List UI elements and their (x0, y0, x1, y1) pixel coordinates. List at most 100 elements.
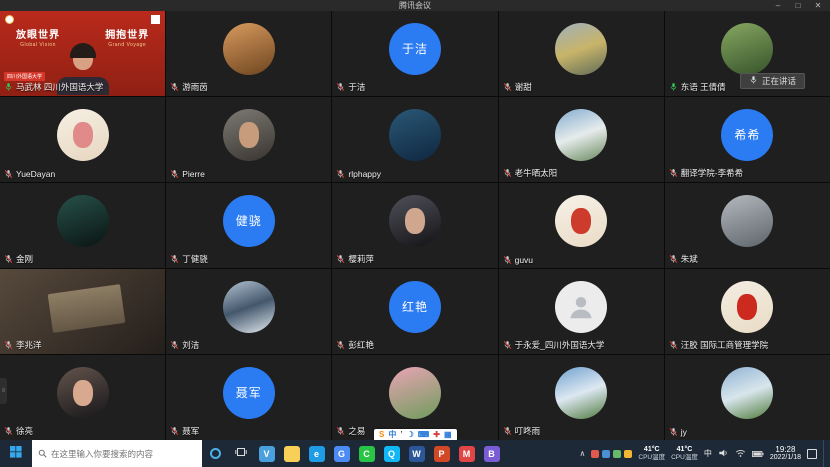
taskbar-app-word[interactable]: W (404, 440, 429, 467)
volume-icon[interactable] (718, 445, 729, 463)
taskbar-app-powerpoint[interactable]: P (429, 440, 454, 467)
taskbar-apps: VeGCQWPMB (254, 440, 504, 467)
participant-tile[interactable]: 徐亮 (0, 355, 165, 440)
avatar (555, 23, 607, 75)
taskbar-app-edge-browser[interactable]: e (304, 440, 329, 467)
participant-name: 老牛晒太阳 (503, 167, 558, 179)
mic-icon (503, 82, 512, 92)
participant-tile[interactable]: 于洁于洁 (332, 11, 497, 96)
file-explorer-icon (284, 446, 300, 462)
participant-tile[interactable]: 老牛晒太阳 (499, 97, 664, 182)
battery-icon[interactable] (752, 445, 764, 463)
search-input[interactable] (51, 449, 191, 459)
participant-tile[interactable]: 之易 (332, 355, 497, 440)
mic-icon (170, 169, 179, 179)
participant-name: 金刚 (4, 253, 33, 265)
participant-tile[interactable]: YueDayan (0, 97, 165, 182)
participant-tile[interactable]: 健骁丁健骁 (166, 183, 331, 268)
avatar-figure (405, 208, 425, 234)
participant-tile[interactable]: rlphappy (332, 97, 497, 182)
participant-name: 刘洁 (170, 339, 199, 351)
action-center-icon[interactable] (807, 449, 817, 459)
mic-icon (336, 426, 345, 436)
taskbar-app-qq[interactable]: Q (379, 440, 404, 467)
participant-tile[interactable]: 于永爱_四川外国语大学 (499, 269, 664, 354)
taskbar-app-file-explorer[interactable] (279, 440, 304, 467)
taskbar-app-tencent-meeting[interactable]: V (254, 440, 279, 467)
cpu-temp-widget[interactable]: 41°CCPU温度 (671, 446, 698, 462)
start-button[interactable] (0, 440, 32, 467)
participant-grid: 放眼世界Global Vision拥抱世界Grand Voyage四川外国语大学… (0, 11, 830, 440)
music-icon: M (459, 446, 475, 462)
maximize-button[interactable]: □ (788, 0, 808, 11)
avatar: 红艳 (389, 281, 441, 333)
close-button[interactable]: ✕ (808, 0, 828, 11)
participant-name: 李兆洋 (4, 339, 42, 351)
cortana-button[interactable] (202, 440, 228, 467)
participant-tile[interactable]: 朱斌 (665, 183, 830, 268)
avatar-figure (239, 122, 259, 148)
participant-tile[interactable]: 李兆洋 (0, 269, 165, 354)
qq-icon: Q (384, 446, 400, 462)
tray-icon[interactable] (624, 450, 632, 458)
taskbar-app-music[interactable]: M (454, 440, 479, 467)
tray-icon[interactable] (591, 450, 599, 458)
network-icon[interactable] (735, 445, 746, 463)
participant-tile[interactable]: 金刚 (0, 183, 165, 268)
show-desktop-button[interactable] (823, 440, 826, 467)
avatar (721, 281, 773, 333)
minimize-button[interactable]: – (768, 0, 788, 11)
mic-icon (336, 169, 345, 179)
participant-tile[interactable]: 红艳彭红艳 (332, 269, 497, 354)
mic-icon (669, 427, 678, 437)
avatar (223, 281, 275, 333)
clock-time: 19:28 (770, 445, 801, 455)
participant-tile[interactable]: 刘洁 (166, 269, 331, 354)
participant-tile[interactable]: Pierre (166, 97, 331, 182)
participant-tile[interactable]: 放眼世界Global Vision拥抱世界Grand Voyage四川外国语大学… (0, 11, 165, 96)
participant-tile[interactable]: guvu (499, 183, 664, 268)
participant-name: 于永爱_四川外国语大学 (503, 339, 605, 351)
mic-icon (503, 255, 512, 265)
taskbar-clock[interactable]: 19:28 2022/1/18 (770, 445, 801, 463)
avatar (57, 195, 109, 247)
edge-browser-icon: e (309, 446, 325, 462)
avatar (721, 195, 773, 247)
participant-tile[interactable]: 汪胶 国际工商管理学院 (665, 269, 830, 354)
taskbar: VeGCQWPMB ∧ 41°CCPU温度 41°CCPU温度 中 19:28 2… (0, 440, 830, 467)
participant-name: rlphappy (336, 169, 381, 179)
participant-tile[interactable]: 谢甜 (499, 11, 664, 96)
cpu-temp-widget[interactable]: 41°CCPU温度 (638, 446, 665, 462)
avatar (555, 195, 607, 247)
taskbar-app-wechat[interactable]: C (354, 440, 379, 467)
window-title: 腾讯会议 (399, 0, 431, 11)
participant-name: 汪胶 国际工商管理学院 (669, 339, 768, 351)
avatar (555, 367, 607, 419)
taskbar-search[interactable] (32, 440, 202, 467)
avatar-figure (571, 208, 591, 234)
participant-tile[interactable]: 希希翻译学院-李希希 (665, 97, 830, 182)
desktop: 腾讯会议 – □ ✕ 放眼世界Global Vision拥抱世界Grand Vo… (0, 0, 830, 467)
system-tray: ∧ 41°CCPU温度 41°CCPU温度 中 19:28 2022/1/18 (580, 440, 830, 467)
participant-tile[interactable]: 叮咚雨 (499, 355, 664, 440)
tray-icon[interactable] (602, 450, 610, 458)
mic-icon (170, 82, 179, 92)
hidden-icons-button[interactable]: ∧ (580, 449, 586, 458)
participant-tile[interactable]: 樱莉萍 (332, 183, 497, 268)
participant-tile[interactable]: 聂军聂军 (166, 355, 331, 440)
window-titlebar[interactable]: 腾讯会议 – □ ✕ (0, 0, 830, 11)
participant-tile[interactable]: 游雨茵 (166, 11, 331, 96)
sidebar-handle[interactable]: ≡ (0, 378, 7, 404)
taskbar-app-chrome-browser[interactable]: G (329, 440, 354, 467)
avatar (721, 367, 773, 419)
cortana-icon (210, 448, 221, 459)
input-method-indicator[interactable]: 中 (704, 448, 712, 459)
avatar (223, 23, 275, 75)
task-view-button[interactable] (228, 440, 254, 467)
mic-icon (4, 426, 13, 436)
word-icon: W (409, 446, 425, 462)
tray-icon[interactable] (613, 450, 621, 458)
taskbar-app-browser[interactable]: B (479, 440, 504, 467)
participant-name: 谢甜 (503, 81, 532, 93)
participant-tile[interactable]: jy (665, 355, 830, 440)
